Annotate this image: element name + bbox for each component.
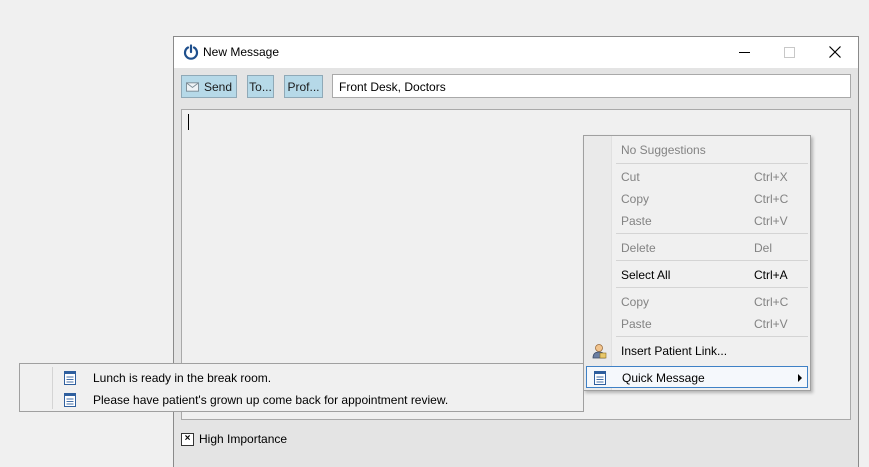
quick-message-submenu: Lunch is ready in the break room. Please… [19, 363, 584, 412]
menu-separator [616, 163, 808, 164]
high-importance-checkbox[interactable]: × [181, 432, 194, 446]
document-icon [64, 371, 76, 385]
document-icon [594, 371, 606, 385]
document-icon [64, 393, 76, 407]
title-bar[interactable]: New Message [174, 37, 858, 68]
to-label: To... [249, 79, 272, 94]
menu-item-paste[interactable]: Paste Ctrl+V [586, 210, 808, 232]
menu-separator [616, 287, 808, 288]
patient-icon [592, 344, 607, 359]
submenu-arrow-icon [798, 374, 802, 382]
send-button[interactable]: Send [181, 75, 237, 98]
high-importance-label: High Importance [199, 432, 288, 446]
close-button[interactable] [812, 37, 857, 67]
profile-label: Prof... [287, 79, 320, 94]
menu-separator [616, 233, 808, 234]
text-caret [188, 114, 189, 130]
menu-item-quick-message[interactable]: Quick Message [586, 366, 808, 388]
menu-item-select-all[interactable]: Select All Ctrl+A [586, 264, 808, 286]
high-importance-option[interactable]: × High Importance [181, 431, 287, 447]
quick-message-item[interactable]: Please have patient's grown up come back… [22, 389, 582, 411]
menu-separator [616, 260, 808, 261]
close-icon [828, 46, 841, 58]
power-icon [183, 44, 199, 60]
send-label: Send [203, 79, 232, 94]
minimize-button[interactable] [722, 37, 767, 67]
menu-item-delete[interactable]: Delete Del [586, 237, 808, 259]
quick-message-item[interactable]: Lunch is ready in the break room. [22, 367, 582, 389]
menu-item-no-suggestions: No Suggestions [621, 143, 706, 157]
menu-item-paste-2[interactable]: Paste Ctrl+V [586, 313, 808, 335]
envelope-icon [186, 81, 199, 92]
minimize-icon [739, 51, 750, 53]
maximize-button[interactable] [767, 37, 812, 67]
recipients-field[interactable]: Front Desk, Doctors [332, 74, 851, 98]
profile-button[interactable]: Prof... [284, 75, 323, 98]
context-menu: No Suggestions Cut Ctrl+X Copy Ctrl+C Pa… [583, 135, 811, 391]
menu-separator [616, 336, 808, 337]
menu-item-copy-2[interactable]: Copy Ctrl+C [586, 291, 808, 313]
to-button[interactable]: To... [247, 75, 274, 98]
menu-item-copy[interactable]: Copy Ctrl+C [586, 188, 808, 210]
window-title: New Message [203, 45, 280, 59]
maximize-icon [784, 46, 795, 58]
menu-item-cut[interactable]: Cut Ctrl+X [586, 166, 808, 188]
menu-item-insert-patient-link[interactable]: Insert Patient Link... [586, 340, 808, 362]
